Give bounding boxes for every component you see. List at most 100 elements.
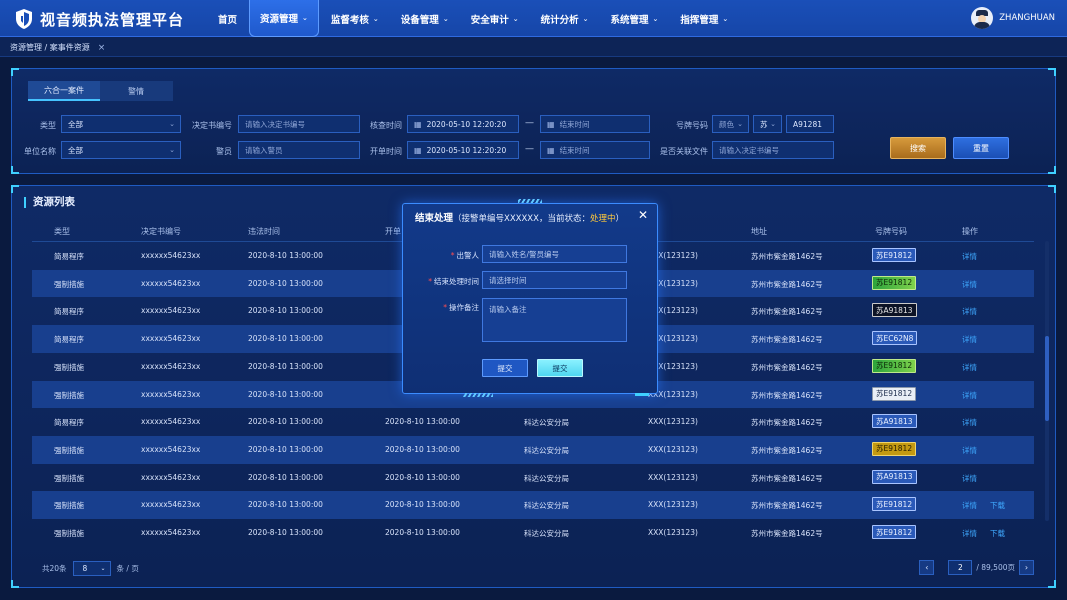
dialog-subtitle-end: ）: [615, 214, 624, 224]
page-tab-case-resource[interactable]: 资源管理 / 案事件资源 ×: [10, 40, 105, 55]
page-size-select[interactable]: 8 ⌄: [72, 561, 111, 576]
table-row[interactable]: 强制措施 xxxxxx54623xx 2020-8-10 13:00:00 2020-…: [32, 519, 1034, 547]
close-icon[interactable]: ✕: [638, 208, 648, 222]
submit-button[interactable]: 提交: [482, 359, 528, 377]
plate-color-select[interactable]: 颜色 ⌄: [712, 115, 749, 133]
cell-code: XXX(123123): [648, 444, 698, 454]
cell-unit: 科达公安分局: [524, 529, 569, 538]
table-row[interactable]: 强制措施 xxxxxx54623xx 2020-8-10 13:00:00 2020-…: [32, 491, 1034, 519]
cell-decision-no: xxxxxx54623xx: [141, 251, 201, 260]
cell-address: 苏州市紫金路1462号: [751, 335, 823, 345]
cell-code: XXX(123123): [648, 417, 698, 427]
download-link[interactable]: 下载: [990, 500, 1005, 511]
submit-confirm-button[interactable]: 提交: [537, 359, 583, 377]
cell-address: 苏州市紫金路1462号: [751, 445, 823, 455]
type-select[interactable]: 全部 ⌄: [61, 115, 181, 133]
calendar-icon: ▦: [547, 145, 555, 155]
cell-unit: 科达公安分局: [524, 418, 569, 428]
app-logo[interactable]: 视音频执法管理平台: [14, 8, 184, 30]
nav-item-label: 安全审计: [470, 14, 509, 26]
cell-address: 苏州市紫金路1462号: [751, 390, 823, 400]
remark-textarea[interactable]: 请输入备注: [482, 298, 627, 342]
plate-badge: 苏E91812: [872, 441, 917, 456]
cell-code: XXX(123123): [648, 472, 698, 482]
plate-badge: 苏E91812: [872, 525, 917, 539]
scrollbar-thumb[interactable]: [1045, 336, 1049, 421]
plate-badge: 苏EC62N8: [872, 331, 918, 346]
table-row[interactable]: 强制措施 xxxxxx54623xx 2020-8-10 13:00:00 2020-…: [32, 464, 1034, 492]
unit-select[interactable]: 全部 ⌄: [61, 141, 181, 159]
page-tab-bar: 资源管理 / 案事件资源 ×: [0, 37, 1067, 57]
cell-violation-time: 2020-8-10 13:00:00: [248, 306, 323, 316]
detail-link[interactable]: 详情: [962, 445, 977, 456]
plate-province-select[interactable]: 苏 ⌄: [753, 115, 782, 133]
open-time-label: 开单时间: [370, 147, 402, 156]
linked-file-input[interactable]: 请输入决定书编号: [712, 141, 834, 159]
table-row[interactable]: 强制措施 xxxxxx54623xx 2020-8-10 13:00:00 2020-…: [32, 435, 1034, 464]
nav-item-label: 指挥管理: [680, 14, 719, 26]
tab-six-in-one-case[interactable]: 六合一案件: [28, 81, 100, 101]
type-label: 类型: [40, 121, 56, 130]
breadcrumb: 资源管理 / 案事件资源: [10, 43, 90, 52]
cell-address: 苏州市紫金路1462号: [751, 307, 823, 317]
open-start-time[interactable]: ▦ 2020-05-10 12:20:20: [407, 141, 519, 159]
officer-input[interactable]: 请输入警员: [238, 141, 360, 159]
cell-type: 简易程序: [54, 418, 84, 428]
plate-number-input[interactable]: A91281: [786, 115, 834, 133]
cell-type: 简易程序: [54, 252, 84, 261]
search-button[interactable]: 搜索: [890, 137, 946, 159]
filter-tabs: 六合一案件 警情: [28, 81, 173, 101]
plate-badge: 苏A91813: [872, 469, 917, 484]
nav-item-0[interactable]: 首页: [208, 0, 247, 37]
close-icon[interactable]: ×: [98, 43, 106, 53]
officer-label: 警员: [216, 147, 232, 156]
cell-type: 强制措施: [54, 390, 84, 400]
nav-item-6[interactable]: 系统管理 ⌄: [600, 0, 668, 37]
chevron-down-icon: ⌄: [652, 14, 659, 23]
cell-decision-no: xxxxxx54623xx: [141, 472, 201, 482]
detail-link[interactable]: 详情: [962, 528, 977, 539]
verify-start-value: 2020-05-10 12:20:20: [426, 119, 507, 129]
nav-item-3[interactable]: 设备管理 ⌄: [391, 0, 459, 37]
calendar-icon: ▦: [414, 145, 422, 155]
cell-code: XXX(123123): [648, 500, 698, 510]
open-end-time[interactable]: ▦ 结束时间: [540, 141, 650, 159]
plate-badge: 苏A91813: [872, 303, 917, 318]
end-processing-dialog: 结束处理（接警单编号XXXXXX，当前状态：处理中） ✕ * 出警人 请输入姓名/…: [402, 199, 658, 397]
verify-start-time[interactable]: ▦ 2020-05-10 12:20:20: [407, 115, 519, 133]
detail-link[interactable]: 详情: [962, 306, 977, 317]
detail-link[interactable]: 详情: [962, 334, 977, 345]
avatar[interactable]: [971, 7, 994, 29]
end-time-input[interactable]: 请选择时间: [482, 271, 627, 289]
nav-item-5[interactable]: 统计分析 ⌄: [531, 0, 599, 37]
prev-page-button[interactable]: ‹: [919, 560, 935, 575]
detail-link[interactable]: 详情: [962, 362, 977, 373]
download-link[interactable]: 下载: [990, 528, 1005, 539]
next-page-button[interactable]: ›: [1019, 560, 1034, 575]
tab-police-alert[interactable]: 警情: [100, 81, 172, 101]
detail-link[interactable]: 详情: [962, 251, 977, 262]
nav-item-2[interactable]: 监督考核 ⌄: [321, 0, 389, 37]
detail-link[interactable]: 详情: [962, 500, 977, 511]
reset-button[interactable]: 重置: [953, 137, 1009, 159]
detail-link[interactable]: 详情: [962, 390, 977, 401]
cell-open-time: 2020-8-10 13:00:00: [385, 500, 460, 510]
nav-item-1[interactable]: 资源管理 ⌄: [249, 0, 319, 37]
user-menu[interactable]: ZHANGHUAN: [971, 7, 1055, 29]
chevron-down-icon: ⌄: [100, 565, 106, 572]
detail-link[interactable]: 详情: [962, 473, 977, 484]
verify-time-label: 核查时间: [370, 121, 402, 130]
page-number-input[interactable]: 2: [948, 560, 973, 575]
table-row[interactable]: 简易程序 xxxxxx54623xx 2020-8-10 13:00:00 2020-…: [32, 408, 1034, 436]
detail-link[interactable]: 详情: [962, 279, 977, 290]
dispatcher-input[interactable]: 请输入姓名/警员编号: [482, 245, 627, 263]
nav-item-4[interactable]: 安全审计 ⌄: [461, 0, 529, 37]
cell-decision-no: xxxxxx54623xx: [141, 417, 201, 427]
cell-violation-time: 2020-8-10 13:00:00: [248, 500, 323, 510]
nav-item-7[interactable]: 指挥管理 ⌄: [670, 0, 738, 37]
verify-end-time[interactable]: ▦ 结束时间: [540, 115, 650, 133]
cell-type: 强制措施: [54, 473, 84, 483]
detail-link[interactable]: 详情: [962, 417, 977, 428]
decision-no-input[interactable]: 请输入决定书编号: [238, 115, 360, 133]
cell-address: 苏州市紫金路1462号: [751, 529, 823, 538]
